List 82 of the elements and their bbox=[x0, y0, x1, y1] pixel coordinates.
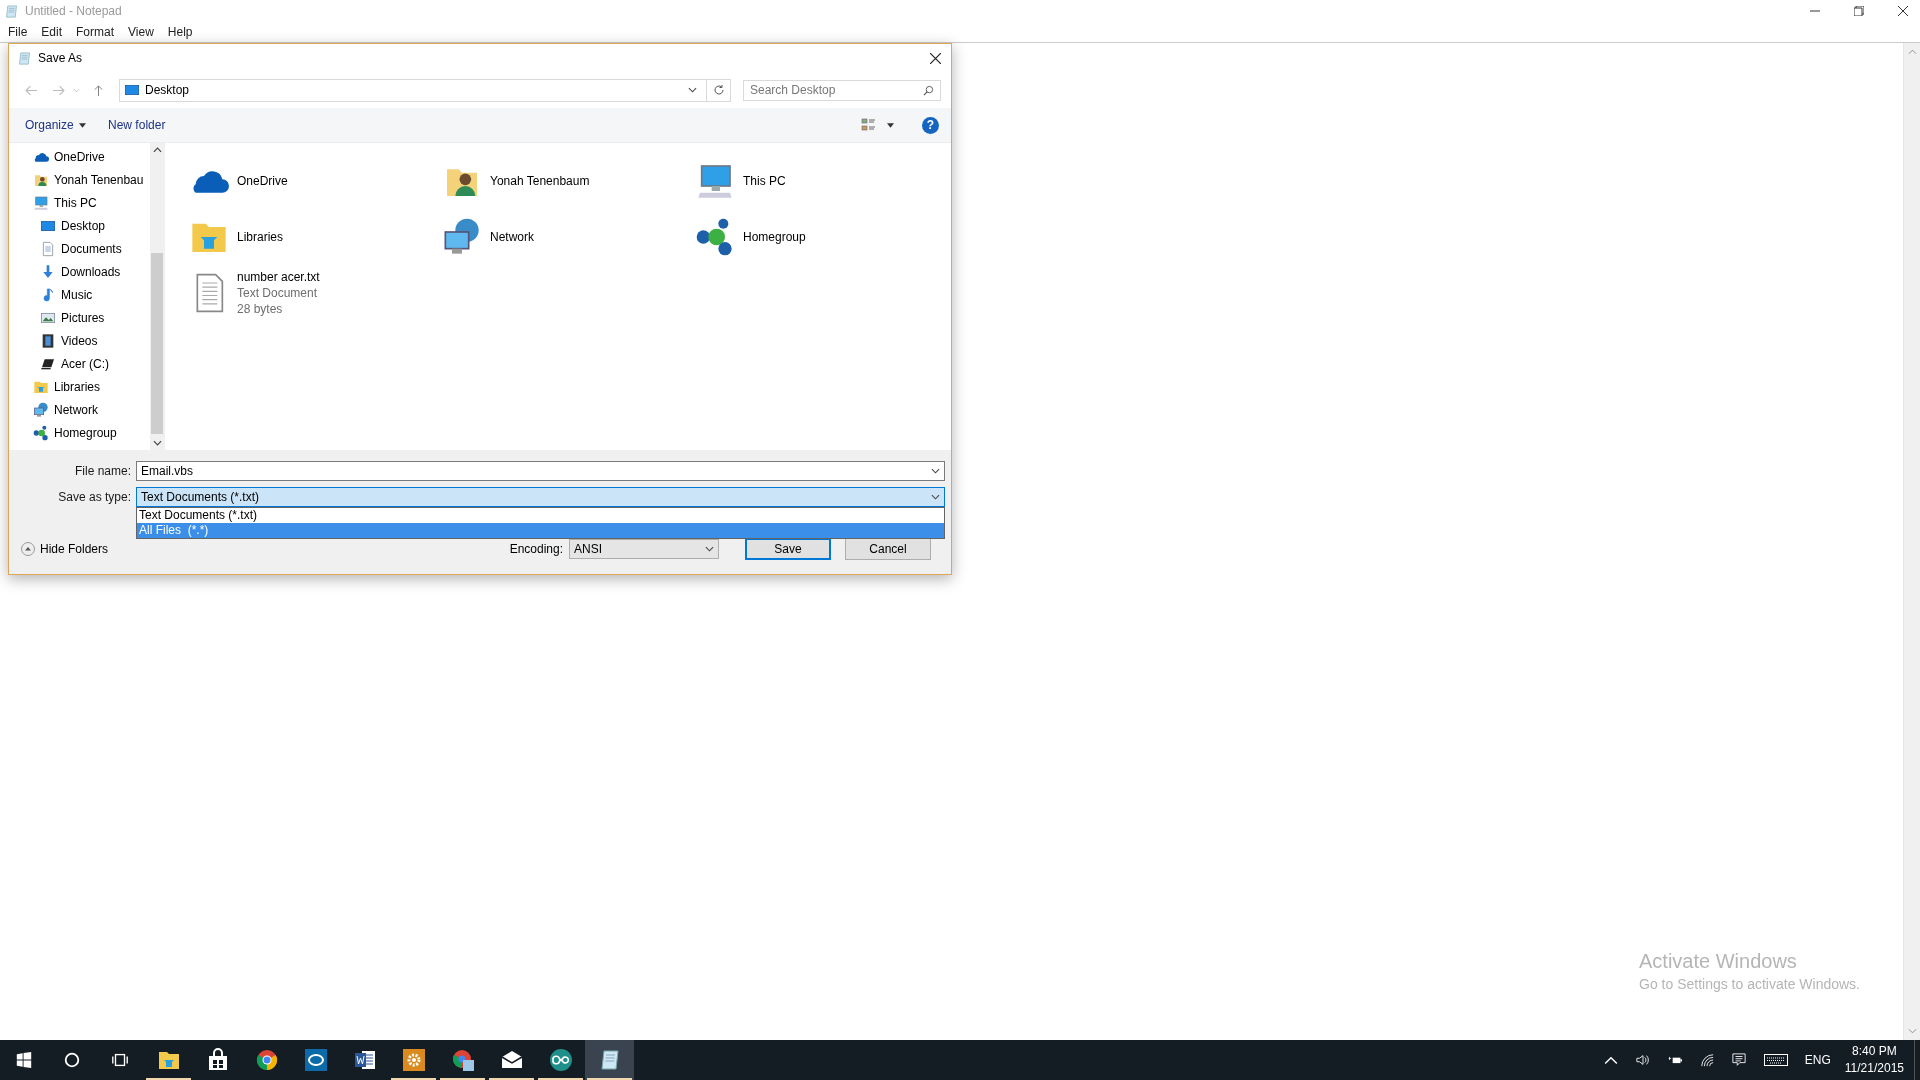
chevron-down-icon[interactable] bbox=[931, 468, 940, 474]
menu-item[interactable]: View bbox=[122, 25, 160, 39]
nav-item[interactable]: Acer (C:) bbox=[9, 352, 150, 375]
help-button[interactable]: ? bbox=[922, 116, 939, 134]
field-label: File name: bbox=[73, 464, 132, 478]
infinity-icon bbox=[548, 1048, 573, 1072]
encoding-label: Encoding: bbox=[509, 542, 563, 556]
chevron-up-icon bbox=[21, 542, 35, 556]
dialog-button[interactable]: Save bbox=[745, 538, 831, 560]
close-icon[interactable] bbox=[1898, 6, 1908, 16]
refresh-icon[interactable] bbox=[713, 84, 725, 96]
organize-button[interactable]: Organize bbox=[17, 115, 95, 135]
explorer-item[interactable]: Yonah Tenenbaum bbox=[442, 153, 695, 209]
search-field[interactable]: Search Desktop bbox=[743, 79, 941, 101]
language-indicator[interactable]: ENG bbox=[1796, 1053, 1839, 1067]
scroll-thumb[interactable] bbox=[151, 253, 163, 434]
notepad-icon bbox=[17, 50, 32, 66]
explorer-item[interactable]: number acer.txt Text Document 28 bytes bbox=[189, 265, 442, 321]
view-options-icon[interactable] bbox=[861, 118, 877, 132]
activation-message: Go to Settings to activate Windows. bbox=[1639, 976, 1860, 992]
notepad-icon bbox=[4, 3, 19, 19]
globe-monitor-icon bbox=[33, 401, 49, 418]
dropdown-option[interactable]: Text Documents (*.txt) bbox=[137, 508, 944, 523]
swirl-app-icon bbox=[303, 1048, 328, 1072]
homegroup-icon bbox=[695, 217, 735, 257]
nav-item[interactable]: Network bbox=[9, 398, 150, 421]
scroll-down-icon[interactable] bbox=[152, 440, 162, 446]
chevron-down-icon[interactable] bbox=[688, 87, 697, 93]
word-document-icon bbox=[352, 1048, 377, 1072]
film-icon bbox=[40, 332, 56, 349]
desktop-icon bbox=[124, 82, 140, 98]
encoding-dropdown[interactable]: ANSI bbox=[569, 539, 719, 559]
address-bar[interactable]: Desktop bbox=[119, 78, 731, 102]
close-icon[interactable] bbox=[930, 52, 941, 64]
scroll-up-icon[interactable] bbox=[152, 147, 162, 153]
menu-item[interactable]: Format bbox=[70, 25, 121, 39]
nav-item[interactable]: Videos bbox=[9, 329, 150, 352]
explorer-item[interactable]: Network bbox=[442, 209, 695, 265]
nav-item[interactable]: Documents bbox=[9, 237, 150, 260]
scrollbar[interactable] bbox=[150, 143, 164, 450]
monitor-icon bbox=[33, 194, 49, 211]
nav-item[interactable]: Homegroup bbox=[9, 421, 150, 444]
chevron-down-icon[interactable] bbox=[931, 494, 940, 500]
explorer-item[interactable]: OneDrive bbox=[189, 153, 442, 209]
restore-icon[interactable] bbox=[1854, 6, 1864, 16]
activation-title: Activate Windows bbox=[1639, 950, 1798, 973]
new-folder-button[interactable]: New folder bbox=[100, 115, 174, 135]
file-name-field[interactable]: Email.vbs bbox=[136, 461, 945, 481]
window-title: Untitled - Notepad bbox=[25, 4, 122, 18]
dialog-title: Save As bbox=[38, 51, 83, 65]
explorer-item[interactable]: Libraries bbox=[189, 209, 442, 265]
search-icon bbox=[923, 84, 934, 96]
nav-item[interactable]: Yonah Tenenbau bbox=[9, 168, 150, 191]
clock[interactable]: 8:40 PM 11/21/2015 bbox=[1838, 1043, 1914, 1077]
explorer-item[interactable]: This PC bbox=[695, 153, 948, 209]
explorer-item[interactable]: Homegroup bbox=[695, 209, 948, 265]
menu-item[interactable]: File bbox=[2, 25, 34, 39]
music-note-icon bbox=[40, 286, 56, 303]
caret-icon[interactable] bbox=[887, 122, 894, 128]
nav-item[interactable]: Libraries bbox=[9, 375, 150, 398]
nav-item[interactable]: Pictures bbox=[9, 306, 150, 329]
chevron-down-icon[interactable] bbox=[705, 546, 714, 552]
nav-item[interactable]: Desktop bbox=[9, 214, 150, 237]
document-icon bbox=[40, 240, 56, 257]
nav-item[interactable]: Music bbox=[9, 283, 150, 306]
menu-item[interactable]: Help bbox=[161, 25, 199, 39]
menu-item[interactable]: Edit bbox=[35, 25, 69, 39]
field-label: Save as type: bbox=[57, 490, 132, 504]
nav-item[interactable]: This PC bbox=[9, 191, 150, 214]
nav-item[interactable]: Downloads bbox=[9, 260, 150, 283]
hide-folders-button[interactable]: Hide Folders bbox=[21, 542, 109, 556]
taskbar-app[interactable] bbox=[585, 1040, 634, 1080]
homegroup-icon bbox=[33, 424, 49, 441]
chrome-photo-icon bbox=[450, 1048, 475, 1072]
file-type-dropdown[interactable]: Text Documents (*.txt) bbox=[136, 487, 945, 507]
chrome-icon bbox=[254, 1048, 279, 1072]
gear-icon bbox=[401, 1048, 426, 1072]
dialog-button[interactable]: Cancel bbox=[845, 538, 931, 560]
up-arrow-icon[interactable] bbox=[92, 84, 105, 96]
caret-icon bbox=[79, 123, 87, 129]
nav-item[interactable]: OneDrive bbox=[9, 145, 150, 168]
globe-monitor-icon bbox=[442, 217, 482, 257]
